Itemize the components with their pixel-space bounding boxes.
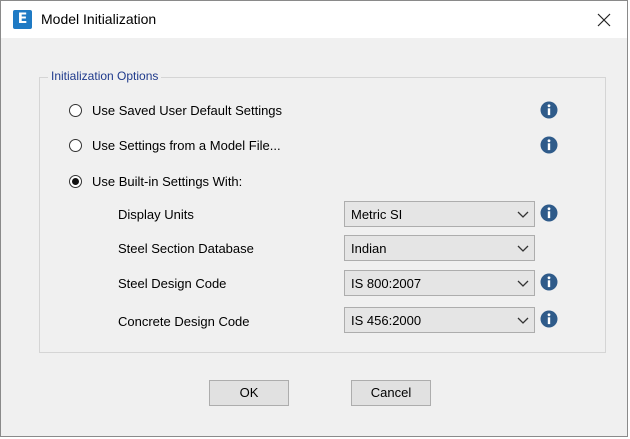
chevron-down-icon bbox=[517, 245, 529, 252]
radio-button[interactable] bbox=[69, 103, 82, 117]
selected-value: IS 800:2007 bbox=[351, 276, 422, 291]
radio-button[interactable] bbox=[69, 138, 82, 152]
info-icon[interactable] bbox=[540, 101, 558, 119]
display-units-label: Display Units bbox=[118, 207, 194, 222]
radio-label: Use Settings from a Model File... bbox=[92, 137, 281, 153]
concrete-design-code-label: Concrete Design Code bbox=[118, 314, 250, 329]
dialog-title: Model Initialization bbox=[41, 11, 157, 27]
steel-design-code-select[interactable]: IS 800:2007 bbox=[344, 270, 535, 296]
steel-section-database-label: Steel Section Database bbox=[118, 241, 254, 256]
chevron-down-icon bbox=[517, 317, 529, 324]
info-icon[interactable] bbox=[540, 136, 558, 154]
cancel-button[interactable]: Cancel bbox=[351, 380, 431, 406]
info-icon[interactable] bbox=[540, 273, 558, 291]
steel-design-code-label: Steel Design Code bbox=[118, 276, 227, 291]
info-icon[interactable] bbox=[540, 204, 558, 222]
ok-button[interactable]: OK bbox=[209, 380, 289, 406]
display-units-select[interactable]: Metric SI bbox=[344, 201, 535, 227]
chevron-down-icon bbox=[517, 280, 529, 287]
radio-built-in-settings[interactable]: Use Built-in Settings With: bbox=[69, 171, 242, 191]
app-logo-icon: E bbox=[13, 10, 32, 29]
concrete-design-code-select[interactable]: IS 456:2000 bbox=[344, 307, 535, 333]
selected-value: Indian bbox=[351, 241, 387, 256]
model-initialization-dialog: E Model Initialization Initialization Op… bbox=[0, 0, 628, 437]
chevron-down-icon bbox=[517, 211, 529, 218]
group-label: Initialization Options bbox=[48, 69, 162, 83]
selected-value: Metric SI bbox=[351, 207, 403, 222]
close-button[interactable] bbox=[581, 1, 627, 38]
selected-value: IS 456:2000 bbox=[351, 313, 422, 328]
radio-label: Use Saved User Default Settings bbox=[92, 102, 283, 118]
radio-saved-user-defaults[interactable]: Use Saved User Default Settings bbox=[69, 100, 282, 120]
steel-section-database-select[interactable]: Indian bbox=[344, 235, 535, 261]
radio-model-file[interactable]: Use Settings from a Model File... bbox=[69, 135, 281, 155]
radio-label: Use Built-in Settings With: bbox=[92, 173, 243, 189]
close-icon bbox=[597, 13, 611, 26]
info-icon[interactable] bbox=[540, 310, 558, 328]
radio-button-selected[interactable] bbox=[69, 174, 82, 188]
title-bar: E Model Initialization bbox=[1, 1, 627, 38]
